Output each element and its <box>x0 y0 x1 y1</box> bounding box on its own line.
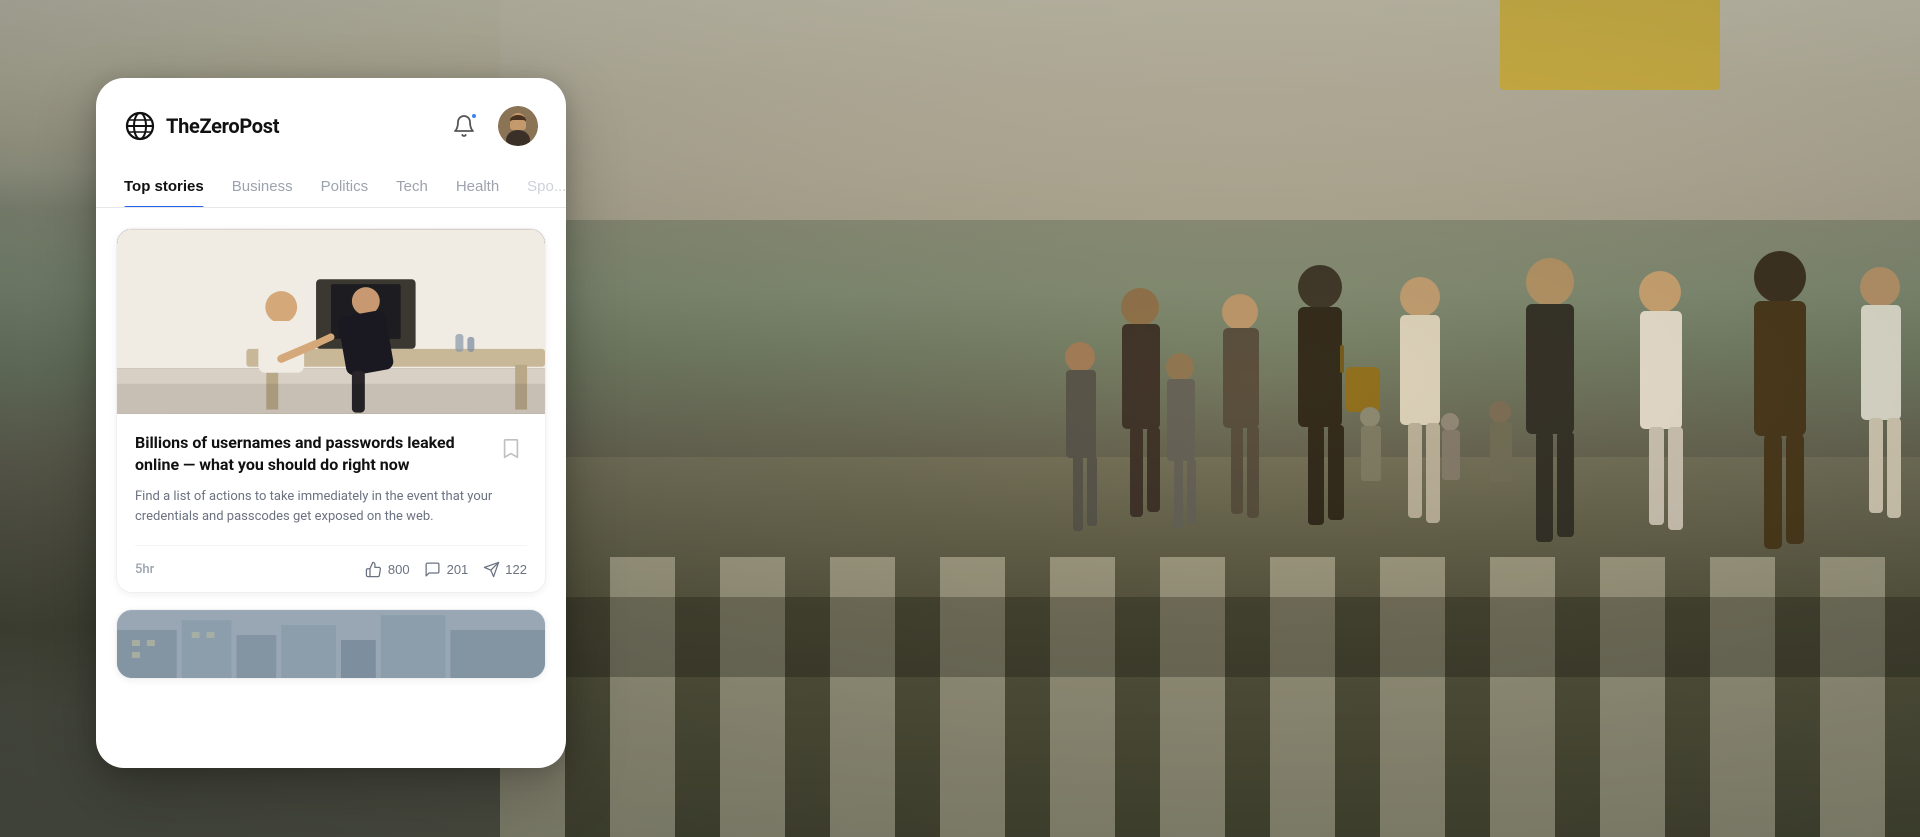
tab-health[interactable]: Health <box>442 166 513 207</box>
bookmark-button[interactable] <box>495 432 527 464</box>
partial-photo <box>117 610 545 679</box>
tab-tech[interactable]: Tech <box>382 166 442 207</box>
like-button[interactable]: 800 <box>365 560 410 578</box>
user-avatar-button[interactable] <box>498 106 538 146</box>
app-name: TheZeroPost <box>166 114 279 138</box>
story-excerpt: Find a list of actions to take immediate… <box>135 487 527 527</box>
story-footer: 5hr 800 <box>135 545 527 578</box>
thumbs-up-icon <box>365 560 383 578</box>
story-card: Billions of usernames and passwords leak… <box>116 228 546 593</box>
comment-icon <box>424 560 442 578</box>
tab-business[interactable]: Business <box>218 166 307 207</box>
bookmark-icon <box>501 438 521 460</box>
header-actions <box>444 106 538 146</box>
comment-button[interactable]: 201 <box>424 560 469 578</box>
share-count: 122 <box>505 562 527 577</box>
app-header: TheZeroPost <box>96 78 566 146</box>
share-button[interactable]: 122 <box>482 560 527 578</box>
logo-area: TheZeroPost <box>124 110 279 142</box>
notification-dot <box>470 112 478 120</box>
story-photo <box>117 229 545 414</box>
content-area: Billions of usernames and passwords leak… <box>96 208 566 768</box>
avatar-image <box>498 106 538 146</box>
story-title: Billions of usernames and passwords leak… <box>135 432 483 477</box>
story-card-partial <box>116 609 546 679</box>
nav-tabs: Top stories Business Politics Tech Healt… <box>96 146 566 208</box>
story-time: 5hr <box>135 562 154 577</box>
globe-icon <box>124 110 156 142</box>
app-card: TheZeroPost <box>96 78 566 768</box>
tab-politics[interactable]: Politics <box>307 166 383 207</box>
story-body: Billions of usernames and passwords leak… <box>117 414 545 592</box>
story-header-row: Billions of usernames and passwords leak… <box>135 432 527 477</box>
tab-top-stories[interactable]: Top stories <box>124 166 218 207</box>
notification-bell-button[interactable] <box>444 106 484 146</box>
story-actions: 800 201 <box>365 560 527 578</box>
share-icon <box>482 560 500 578</box>
like-count: 800 <box>388 562 410 577</box>
comment-count: 201 <box>447 562 469 577</box>
avatar <box>498 106 538 146</box>
tab-sports[interactable]: Spo... <box>513 166 566 207</box>
partial-story-image <box>117 610 545 679</box>
story-image <box>117 229 545 414</box>
